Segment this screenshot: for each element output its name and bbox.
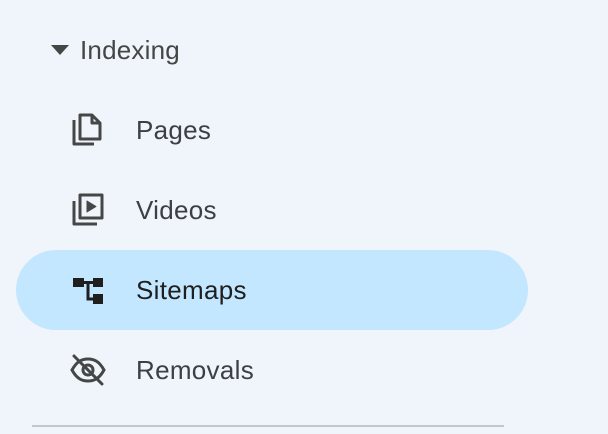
nav-item-pages[interactable]: Pages — [16, 90, 528, 170]
indexing-section-toggle[interactable]: Indexing — [40, 26, 180, 74]
nav-item-label: Sitemaps — [136, 274, 247, 305]
nav-item-label: Removals — [136, 354, 254, 385]
indexing-nav-list: Pages Videos Sitemaps Removals — [16, 90, 528, 410]
video-library-icon — [68, 190, 108, 230]
sitemap-icon — [68, 270, 108, 310]
nav-item-removals[interactable]: Removals — [16, 330, 528, 410]
nav-item-sitemaps[interactable]: Sitemaps — [16, 250, 528, 330]
arrow-drop-down-icon — [40, 26, 80, 74]
nav-item-label: Pages — [136, 114, 212, 145]
indexing-section-label: Indexing — [80, 34, 180, 65]
pages-icon — [68, 110, 108, 150]
visibility-off-icon — [68, 350, 108, 390]
section-divider — [32, 425, 504, 427]
nav-item-label: Videos — [136, 194, 217, 225]
nav-item-videos[interactable]: Videos — [16, 170, 528, 250]
